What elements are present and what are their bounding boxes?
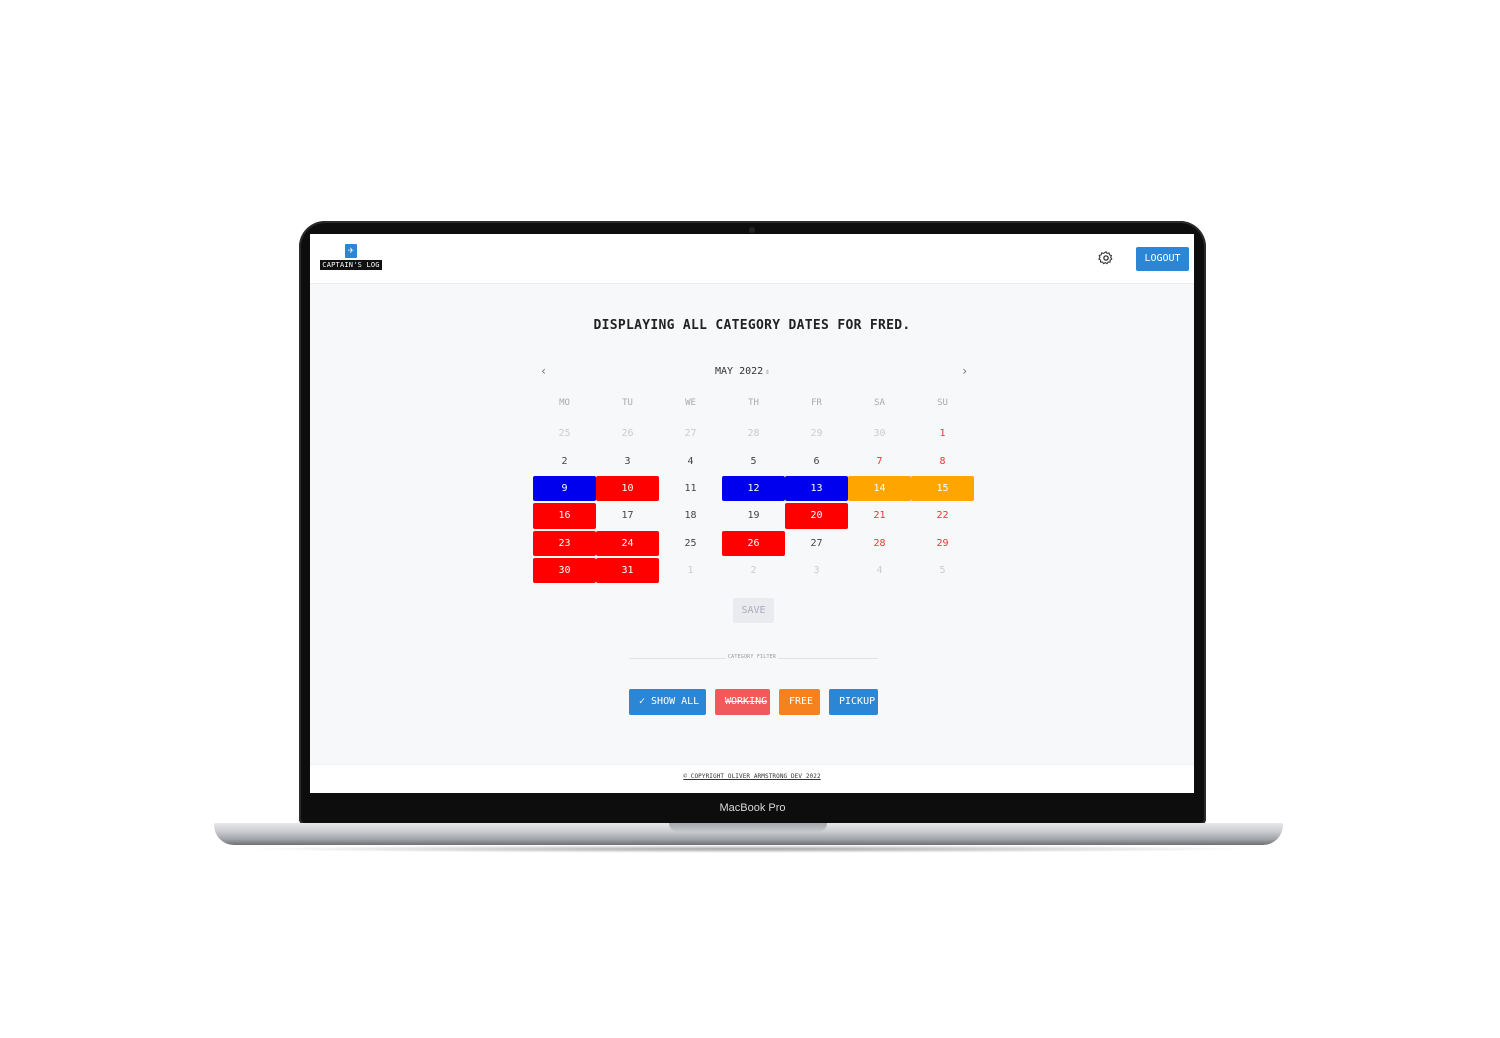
- logo[interactable]: ✈ CAPTAIN'S LOG: [320, 244, 384, 272]
- plane-icon: ✈: [345, 244, 357, 258]
- calendar-grid: 25 26 27 28 29 30 1 2 3 4 5 6 7 8 9 10 11 12 13 14 15 16 17 18 1…: [533, 420, 974, 584]
- calendar-day[interactable]: 28: [848, 531, 911, 556]
- next-month-button[interactable]: ›: [961, 364, 968, 378]
- calendar-day[interactable]: 31: [596, 557, 659, 584]
- calendar-day: 5: [939, 565, 946, 577]
- laptop-shadow: [240, 845, 1257, 853]
- calendar-day: 30: [873, 428, 886, 440]
- filter-free-button[interactable]: FREE: [779, 689, 820, 715]
- weekday-label: WE: [685, 398, 696, 408]
- month-label: MAY 2022: [715, 366, 764, 377]
- calendar-day[interactable]: 12: [722, 475, 785, 502]
- category-filter-group: ✓ SHOW ALL WORKING FREE PICKUP: [629, 689, 878, 715]
- month-selector[interactable]: MAY 2022 ⇕: [715, 366, 795, 377]
- calendar-day[interactable]: 21: [848, 503, 911, 528]
- calendar-day[interactable]: 25: [659, 531, 722, 556]
- logo-text: CAPTAIN'S LOG: [320, 260, 382, 270]
- app-screen: ✈ CAPTAIN'S LOG LOGOUT DISPLAYING ALL CA…: [310, 234, 1194, 793]
- filter-show-all-button[interactable]: ✓ SHOW ALL: [629, 689, 706, 715]
- calendar-day: 1: [687, 565, 694, 577]
- sort-caret-icon: ⇕: [765, 367, 770, 376]
- calendar-day[interactable]: 13: [785, 475, 848, 502]
- calendar-day[interactable]: 17: [596, 503, 659, 528]
- calendar-day[interactable]: 4: [659, 448, 722, 473]
- calendar-day: 3: [813, 565, 820, 577]
- calendar-day[interactable]: 2: [533, 448, 596, 473]
- logout-button[interactable]: LOGOUT: [1136, 247, 1189, 271]
- calendar-day[interactable]: 30: [533, 557, 596, 584]
- calendar-day: 27: [684, 428, 697, 440]
- calendar-day[interactable]: 11: [659, 476, 722, 501]
- gear-icon[interactable]: [1098, 250, 1114, 266]
- calendar-day[interactable]: 19: [722, 503, 785, 528]
- calendar-day[interactable]: 7: [848, 448, 911, 473]
- calendar-day[interactable]: 26: [722, 530, 785, 556]
- prev-month-button[interactable]: ‹: [540, 364, 547, 378]
- app-footer: © COPYRIGHT OLIVER ARMSTRONG DEV 2022: [310, 764, 1194, 793]
- calendar-day: 4: [876, 565, 883, 577]
- calendar-day[interactable]: 5: [722, 448, 785, 473]
- divider-right: [778, 658, 878, 659]
- weekday-label: SU: [937, 398, 948, 408]
- calendar-day: 28: [747, 428, 760, 440]
- weekday-label: TH: [748, 398, 759, 408]
- calendar-day[interactable]: 16: [533, 503, 596, 529]
- calendar-day[interactable]: 6: [785, 448, 848, 473]
- camera-dot: [749, 227, 755, 233]
- calendar-day[interactable]: 14: [848, 475, 911, 502]
- calendar-day[interactable]: 20: [785, 503, 848, 529]
- app-header: ✈ CAPTAIN'S LOG LOGOUT: [310, 234, 1194, 284]
- laptop-base-notch: [669, 823, 827, 832]
- calendar-day[interactable]: 3: [596, 448, 659, 473]
- save-button[interactable]: SAVE: [733, 598, 774, 623]
- calendar-day[interactable]: 18: [659, 503, 722, 528]
- calendar-day: 2: [750, 565, 757, 577]
- page-title: DISPLAYING ALL CATEGORY DATES FOR FRED.: [593, 318, 911, 333]
- category-filter-label: CATEGORY FILTER: [727, 654, 777, 660]
- calendar-day[interactable]: 23: [533, 530, 596, 556]
- filter-working-button[interactable]: WORKING: [715, 689, 770, 715]
- weekday-label: SA: [874, 398, 885, 408]
- weekday-header: MO TU WE TH FR SA SU: [533, 398, 974, 412]
- calendar-day[interactable]: 15: [911, 475, 974, 502]
- copyright-link[interactable]: © COPYRIGHT OLIVER ARMSTRONG DEV 2022: [310, 773, 1194, 780]
- calendar-day[interactable]: 9: [533, 475, 596, 502]
- calendar-day[interactable]: 24: [596, 530, 659, 556]
- calendar-day[interactable]: 29: [911, 531, 974, 556]
- weekday-label: FR: [811, 398, 822, 408]
- calendar-day: 29: [810, 428, 823, 440]
- calendar-day[interactable]: 8: [911, 448, 974, 473]
- device-model-label: MacBook Pro: [719, 802, 786, 814]
- calendar-day[interactable]: 27: [785, 531, 848, 556]
- calendar-day: 26: [621, 428, 634, 440]
- calendar-day[interactable]: 1: [911, 421, 974, 446]
- weekday-label: MO: [559, 398, 570, 408]
- filter-pickup-button[interactable]: PICKUP: [829, 689, 878, 715]
- weekday-label: TU: [622, 398, 633, 408]
- calendar-day[interactable]: 22: [911, 503, 974, 528]
- calendar-day: 25: [558, 428, 571, 440]
- calendar-day[interactable]: 10: [596, 475, 659, 502]
